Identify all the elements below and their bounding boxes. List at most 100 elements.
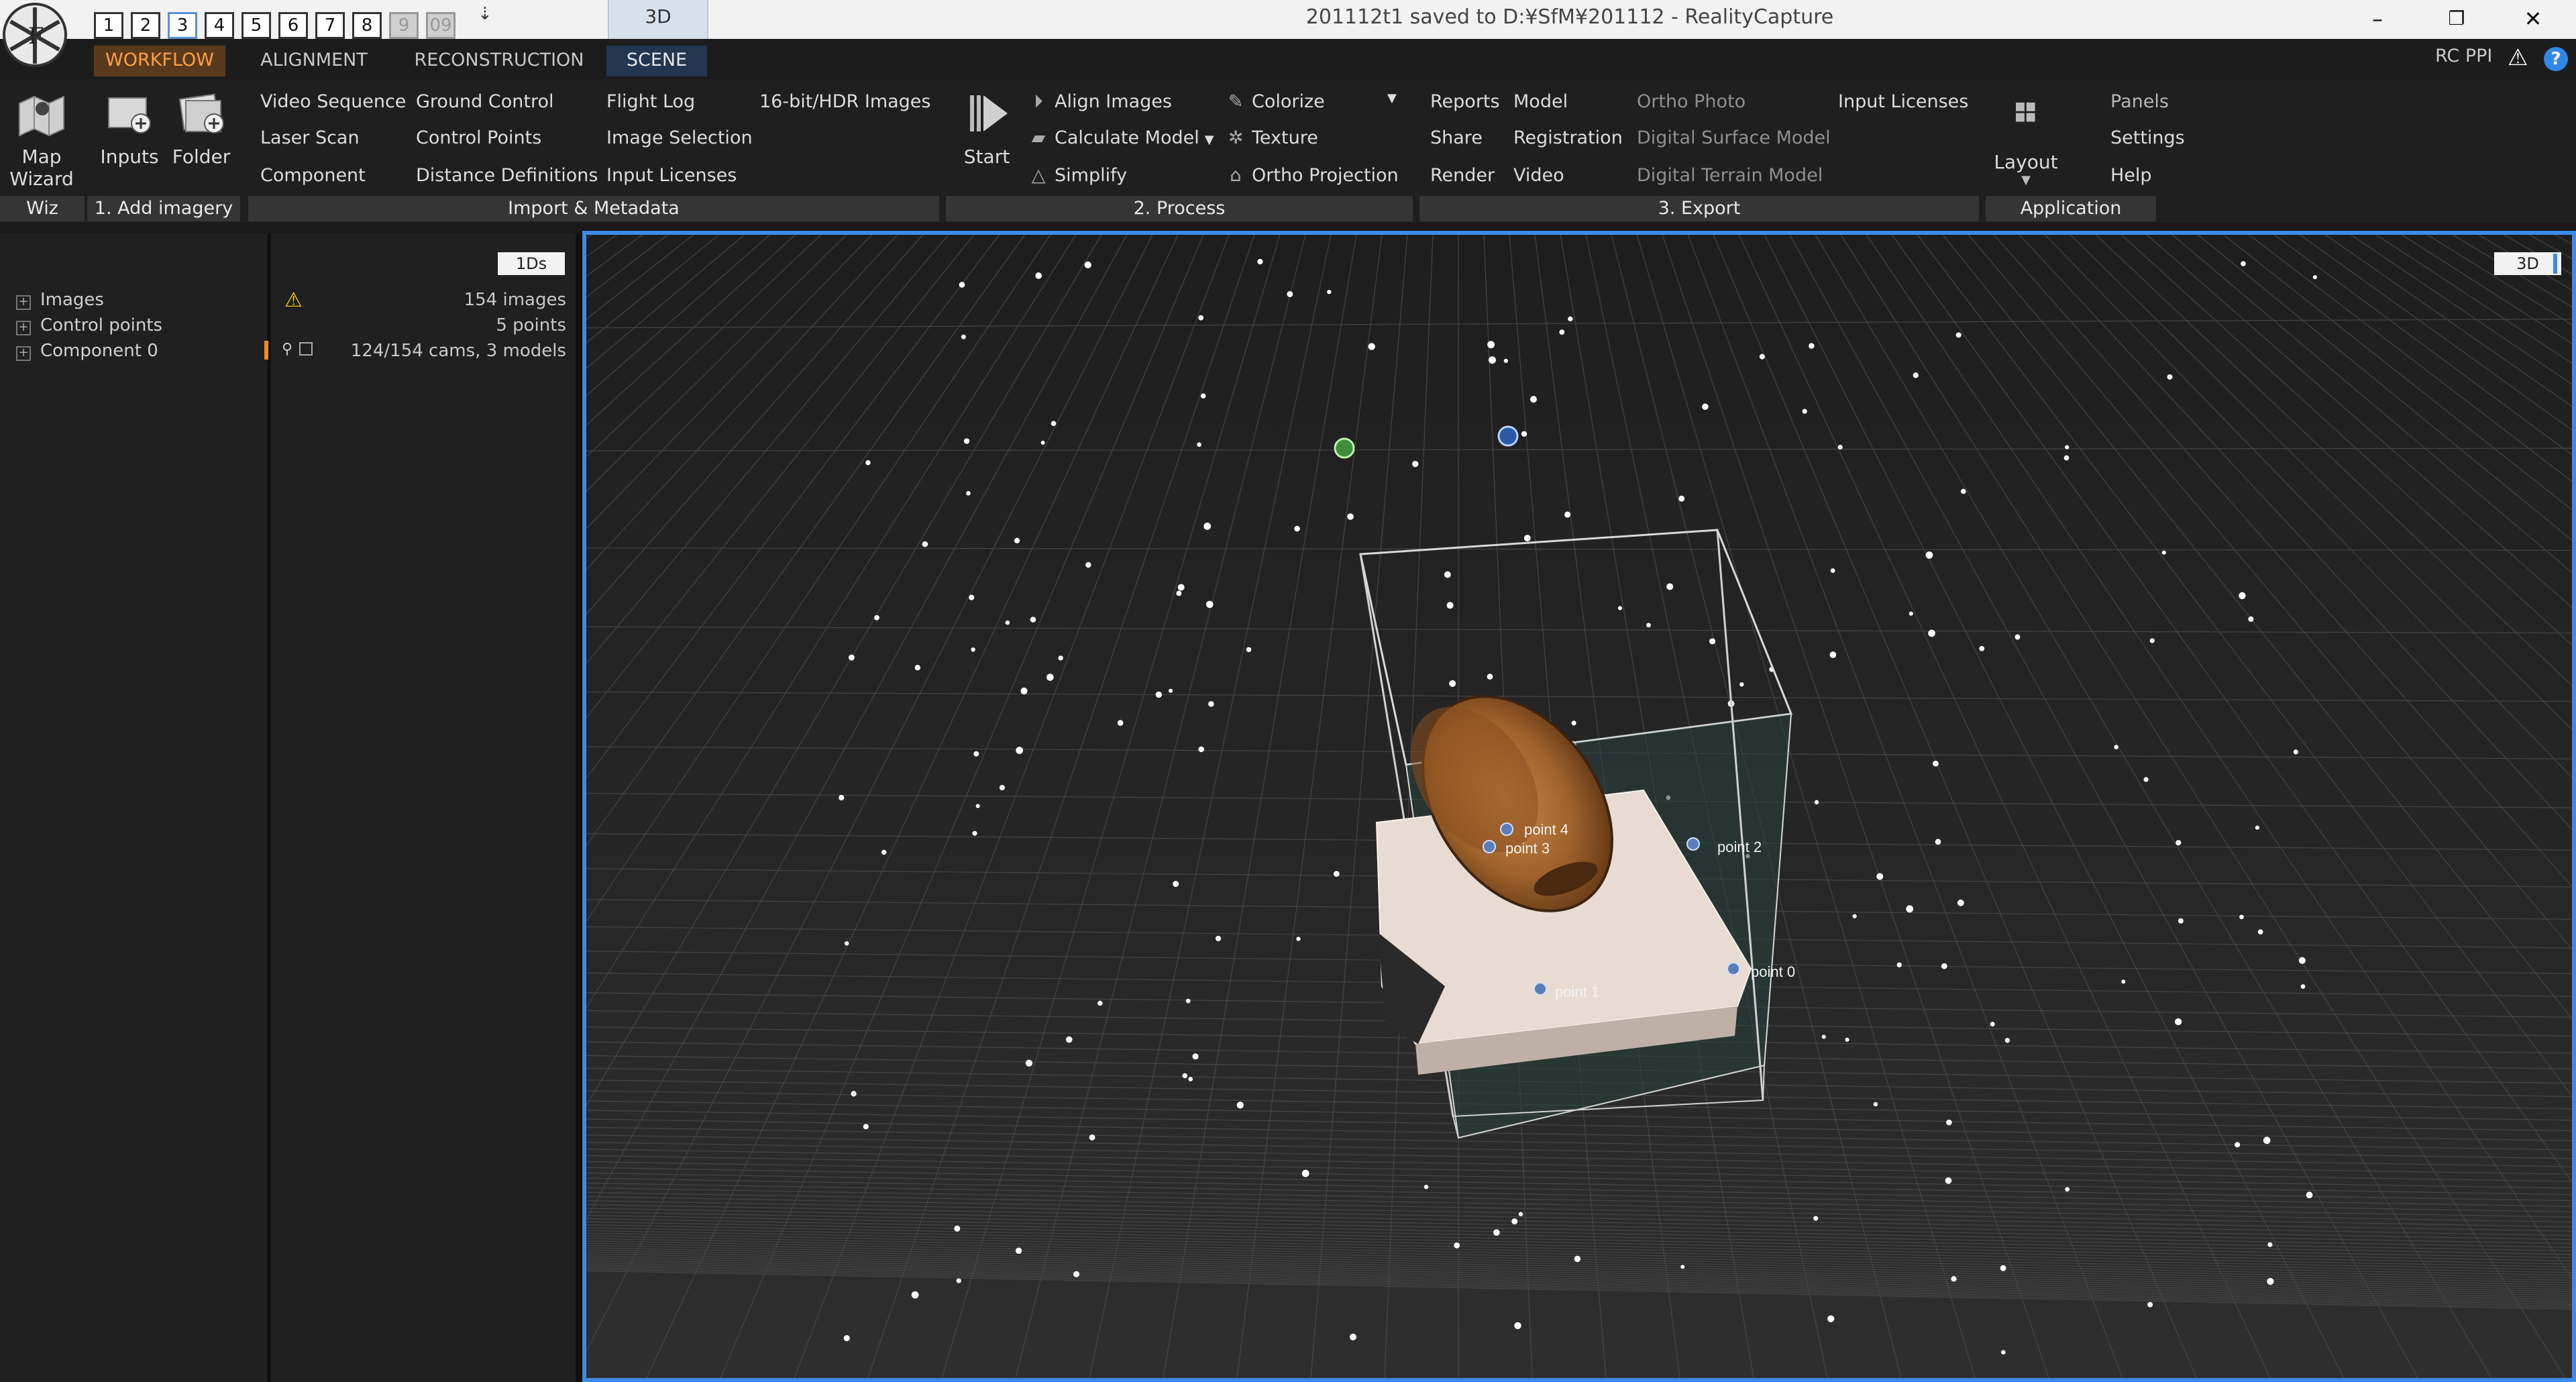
start-label: Start [963, 146, 1010, 168]
panels-button[interactable]: Panels [2110, 91, 2169, 112]
render-button[interactable]: Render [1430, 165, 1495, 186]
quick-tab-9[interactable]: 9 [389, 12, 419, 39]
view-tab-3d[interactable]: 3D [608, 0, 708, 39]
quick-tab-8[interactable]: 8 [352, 12, 382, 39]
map-wizard-label-line2: Wizard [9, 168, 74, 190]
registration-button[interactable]: Registration [1513, 127, 1623, 148]
texture-button[interactable]: ✲ Texture [1226, 127, 1318, 148]
group-label-process: 2. Process [946, 196, 1413, 221]
restore-button[interactable]: ❐ [2436, 4, 2477, 35]
camera-icon[interactable] [1334, 437, 1355, 459]
expand-icon[interactable]: + [16, 346, 31, 361]
quick-tab-4[interactable]: 4 [205, 12, 234, 39]
ground-control-button[interactable]: Ground Control [416, 91, 554, 112]
calculate-model-dropdown-icon[interactable]: ▼ [1205, 133, 1214, 147]
logo-letter: F [28, 23, 44, 50]
ortho-projection-icon: ⌂ [1230, 165, 1242, 186]
app-logo[interactable]: F [3, 3, 67, 67]
images-count: 154 images [464, 290, 566, 310]
help-icon[interactable]: ? [2544, 47, 2568, 71]
ortho-photo-button[interactable]: Ortho Photo [1637, 91, 1746, 112]
warning-icon: ⚠ [284, 288, 303, 312]
simplify-button[interactable]: △ Simplify [1029, 165, 1127, 186]
quick-tab-09[interactable]: 09 [426, 12, 455, 39]
align-images-label: Align Images [1055, 91, 1172, 112]
digital-terrain-model-button[interactable]: Digital Terrain Model [1637, 165, 1823, 186]
control-points-button[interactable]: Control Points [416, 127, 541, 148]
start-button[interactable]: Start [957, 90, 1017, 168]
minimize-button[interactable]: – [2357, 4, 2398, 35]
share-button[interactable]: Share [1430, 127, 1483, 148]
inputs-label: Inputs [100, 146, 159, 168]
image-selection-button[interactable]: Image Selection [606, 127, 753, 148]
input-licenses-import-button[interactable]: Input Licenses [606, 165, 737, 186]
camera-icon[interactable] [1497, 425, 1519, 447]
video-sequence-button[interactable]: Video Sequence [260, 91, 406, 112]
menu-reconstruction[interactable]: RECONSTRUCTION [405, 46, 593, 76]
tree-item-control-points[interactable]: + Control points [16, 315, 162, 335]
group-label-application: Application [1986, 196, 2156, 221]
tree-item-label: Component 0 [40, 341, 158, 361]
quick-tab-5[interactable]: 5 [241, 12, 271, 39]
rc-ppi-label[interactable]: RC PPI [2435, 46, 2492, 66]
menu-workflow[interactable]: WORKFLOW [94, 46, 225, 76]
3d-scene[interactable]: point 4 point 3 point 2 point 1 point 0 [586, 235, 2572, 1378]
reports-button[interactable]: Reports [1430, 91, 1500, 112]
colorize-button[interactable]: ✎ Colorize [1226, 91, 1325, 112]
close-button[interactable]: ✕ [2513, 4, 2553, 35]
menu-bar: WORKFLOW ALIGNMENT RECONSTRUCTION SCENE [0, 39, 2576, 79]
model-icon [299, 342, 313, 356]
ortho-projection-button[interactable]: ⌂ Ortho Projection [1226, 165, 1398, 186]
quick-tab-2[interactable]: 2 [131, 12, 160, 39]
quick-tab-7[interactable]: 7 [315, 12, 345, 39]
warning-icon[interactable]: ⚠ [2508, 44, 2528, 71]
tree-item-label: Control points [40, 315, 163, 335]
group-label-wiz: Wiz [0, 196, 85, 221]
simplify-icon: △ [1031, 165, 1046, 186]
layout-icon [2016, 102, 2035, 122]
layout-label: Layout [1994, 151, 2058, 173]
video-button[interactable]: Video [1513, 165, 1564, 186]
flight-log-button[interactable]: Flight Log [606, 91, 695, 112]
menu-scene[interactable]: SCENE [606, 46, 707, 76]
start-icon [970, 95, 1008, 131]
viewport-3d-button[interactable]: 3D [2494, 252, 2561, 275]
calculate-model-icon: ▰ [1031, 127, 1046, 148]
model-export-button[interactable]: Model [1513, 91, 1568, 112]
map-wizard-button[interactable]: Map Wizard [4, 90, 79, 190]
group-label-add-imagery: 1. Add imagery [87, 196, 240, 221]
quick-access-dropdown-icon[interactable]: ⇣ [478, 4, 492, 24]
input-licenses-export-button[interactable]: Input Licenses [1838, 91, 1968, 112]
hdr-images-button[interactable]: 16-bit/HDR Images [759, 91, 931, 112]
quick-tab-6[interactable]: 6 [278, 12, 308, 39]
component-button[interactable]: Component [260, 165, 366, 186]
process-more-dropdown-icon[interactable]: ▼ [1387, 91, 1397, 105]
layout-button[interactable]: Layout ▼ [1992, 101, 2059, 187]
3d-viewport[interactable]: point 4 point 3 point 2 point 1 point 0 [582, 231, 2576, 1382]
tree-item-label: Images [40, 290, 104, 310]
tree-item-component-0[interactable]: + Component 0 [16, 341, 158, 361]
quick-tab-1[interactable]: 1 [94, 12, 123, 39]
point-label-3: point 3 [1505, 840, 1550, 857]
digital-surface-model-button[interactable]: Digital Surface Model [1637, 127, 1831, 148]
distance-definitions-button[interactable]: Distance Definitions [416, 165, 598, 186]
layout-dropdown-icon[interactable]: ▼ [1992, 173, 2059, 187]
layout-1ds-button[interactable]: 1Ds [498, 252, 565, 275]
laser-scan-button[interactable]: Laser Scan [260, 127, 360, 148]
help-button[interactable]: Help [2110, 165, 2152, 186]
align-images-button[interactable]: ⏵ Align Images [1029, 91, 1172, 113]
map-wizard-icon [19, 95, 64, 137]
menu-alignment[interactable]: ALIGNMENT [247, 46, 381, 76]
tree-item-images[interactable]: + Images [16, 290, 104, 310]
quick-tab-3[interactable]: 3 [168, 12, 197, 39]
window-title: 201112t1 saved to D:¥SfM¥201112 - Realit… [1305, 5, 1834, 29]
expand-icon[interactable]: + [16, 295, 31, 310]
expand-icon[interactable]: + [16, 321, 31, 335]
calculate-model-button[interactable]: ▰ Calculate Model ▼ [1029, 127, 1214, 148]
folder-button[interactable]: Folder [168, 90, 235, 168]
settings-button[interactable]: Settings [2110, 127, 2185, 148]
point-label-2: point 2 [1717, 839, 1762, 855]
project-info-panel [271, 233, 576, 1382]
inputs-button[interactable]: Inputs [93, 90, 166, 168]
panel-divider[interactable] [576, 233, 582, 1382]
